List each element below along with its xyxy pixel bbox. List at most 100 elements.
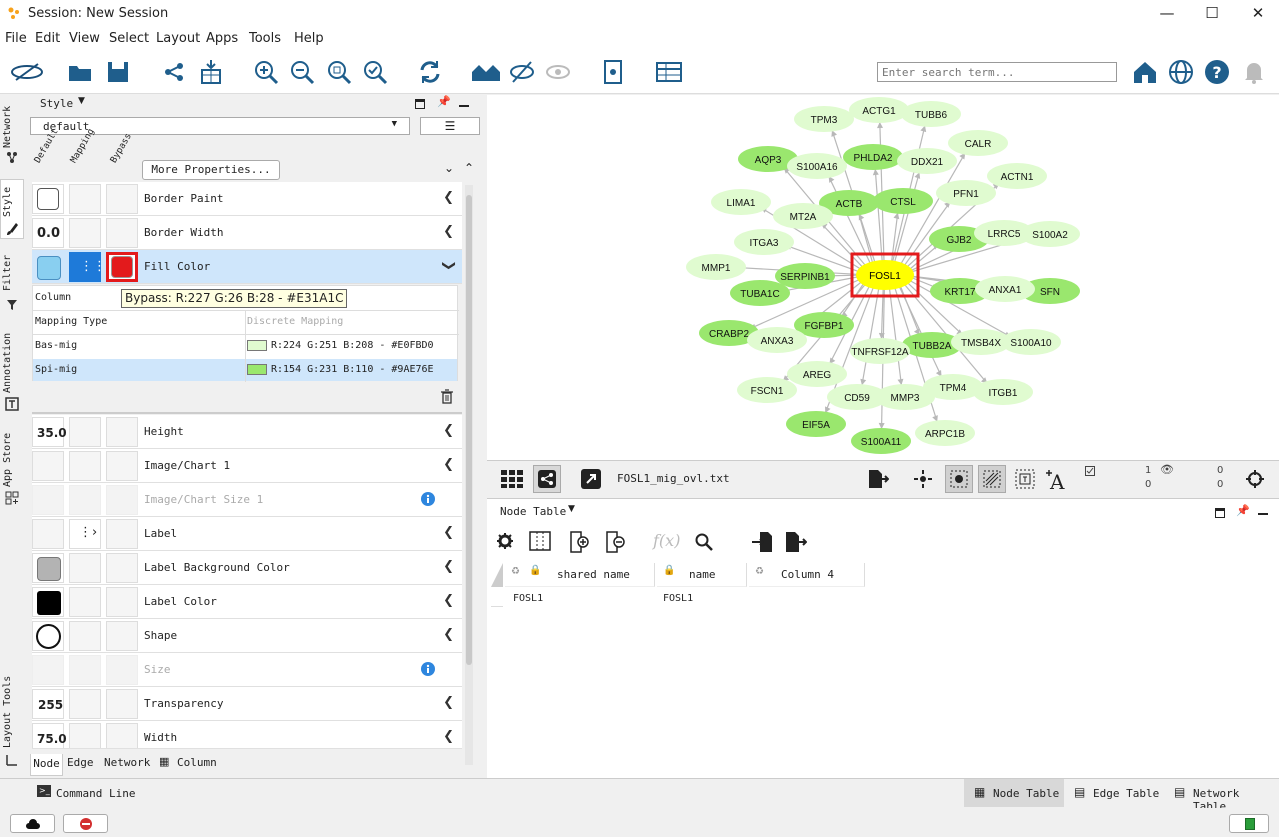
node[interactable]: TPM4 [923, 374, 983, 400]
node[interactable]: S100A2 [1020, 221, 1080, 247]
node[interactable]: ANXA1 [975, 276, 1035, 302]
label-bg-default[interactable] [32, 553, 64, 583]
style-tab-node[interactable]: Node [30, 754, 63, 776]
prop-row-label[interactable]: ⋮› Label ❮ [32, 517, 462, 551]
menu-file[interactable]: File [5, 31, 27, 46]
prop-row-transparency[interactable]: 255 Transparency ❮ [32, 687, 462, 721]
mapping-type-value[interactable]: Discrete Mapping [247, 316, 343, 327]
chevron-down-icon[interactable]: ❮ [441, 260, 456, 271]
more-properties-button[interactable]: More Properties... [142, 160, 280, 180]
edge[interactable] [898, 286, 943, 377]
node[interactable]: FSCN1 [737, 377, 797, 403]
node[interactable]: SERPINB1 [775, 263, 835, 289]
chevron-left-icon[interactable]: ❮ [443, 593, 454, 608]
node[interactable]: ACTN1 [987, 163, 1047, 189]
label-bg-mapping[interactable] [69, 553, 101, 583]
border-paint-default[interactable] [32, 184, 64, 214]
label-bg-bypass[interactable] [106, 553, 138, 583]
node[interactable]: CTSL [873, 188, 933, 214]
import-table-icon[interactable] [197, 58, 225, 86]
node[interactable]: ITGB1 [973, 379, 1033, 405]
row-header[interactable] [491, 587, 503, 607]
node[interactable]: S100A10 [1001, 329, 1061, 355]
height-bypass[interactable] [106, 417, 138, 447]
shape-default[interactable] [32, 621, 64, 651]
memory-status-button[interactable] [1229, 814, 1269, 833]
pin-icon[interactable]: 📌 [1236, 504, 1250, 517]
style-header-dropdown-icon[interactable]: ▼ [78, 96, 85, 106]
import-table-file-icon[interactable] [751, 531, 773, 553]
node[interactable]: MT2A [773, 203, 833, 229]
trash-icon[interactable] [440, 389, 454, 404]
refresh-icon[interactable] [416, 58, 444, 86]
vtab-style-active[interactable]: Style [0, 179, 24, 239]
menu-select[interactable]: Select [109, 31, 149, 46]
menu-apps[interactable]: Apps [206, 31, 238, 46]
prop-row-image-chart[interactable]: Image/Chart 1 ❮ [32, 449, 462, 483]
chevron-left-icon[interactable]: ❮ [443, 559, 454, 574]
fill-color-default[interactable] [32, 252, 64, 282]
home-network-icon[interactable] [470, 58, 504, 86]
node[interactable]: PHLDA2 [843, 144, 903, 170]
import-network-icon[interactable] [160, 58, 188, 86]
search-input[interactable] [877, 62, 1117, 82]
prop-row-height[interactable]: 35.0 Height ❮ [32, 415, 462, 449]
zoom-in-icon[interactable] [252, 58, 280, 86]
navigator-crosshair-icon[interactable] [1245, 469, 1265, 489]
border-paint-mapping[interactable] [69, 184, 101, 214]
expand-all-icon[interactable]: ⌃ [464, 161, 474, 175]
width-default[interactable]: 75.0 [32, 723, 67, 748]
border-width-mapping[interactable] [69, 218, 101, 248]
node[interactable]: ANXA3 [747, 327, 807, 353]
command-line-toggle[interactable]: Command Line [56, 787, 135, 800]
node[interactable]: TUBA1C [730, 280, 790, 306]
node[interactable]: PFN1 [936, 180, 996, 206]
node[interactable]: TUBB6 [901, 101, 961, 127]
close-button[interactable]: ✕ [1236, 2, 1279, 26]
menu-help[interactable]: Help [294, 31, 324, 46]
node[interactable]: DDX21 [897, 148, 957, 174]
grid-view-icon[interactable] [501, 470, 523, 488]
globe-icon[interactable] [1167, 58, 1195, 86]
label-color-default[interactable] [32, 587, 64, 617]
maximize-button[interactable]: ☐ [1190, 2, 1234, 26]
transparency-default[interactable]: 255 [32, 689, 64, 719]
float-panel-icon[interactable] [1215, 508, 1225, 518]
prop-row-label-color[interactable]: Label Color ❮ [32, 585, 462, 619]
chevron-left-icon[interactable]: ❮ [443, 423, 454, 438]
shape-bypass[interactable] [106, 621, 138, 651]
menu-layout[interactable]: Layout [156, 31, 200, 46]
column-header-name[interactable]: 🔒 name [657, 563, 747, 587]
prop-row-fill-color[interactable]: ⋮⋮ Fill Color ❮ [32, 250, 462, 284]
vtab-app-store[interactable]: App Store [2, 431, 24, 489]
chevron-left-icon[interactable]: ❮ [443, 525, 454, 540]
chevron-left-icon[interactable]: ❮ [443, 627, 454, 642]
image-chart-mapping[interactable] [69, 451, 101, 481]
node[interactable]: TNFRSF12A [850, 338, 910, 364]
cloud-status-button[interactable] [10, 814, 55, 833]
open-external-icon[interactable] [581, 469, 601, 489]
vtab-filter[interactable]: Filter [2, 253, 24, 293]
open-folder-icon[interactable] [66, 58, 94, 86]
network-view[interactable]: AQP3 PHLDA2 ACTB CTSL GJB2 SERPINB1 TUBA1C KRT1… [487, 95, 1279, 460]
column-header-column-4[interactable]: ♻ Column 4 [749, 563, 865, 587]
minimize-panel-icon[interactable] [1258, 513, 1268, 515]
vtab-network[interactable]: Network [2, 103, 24, 151]
bottom-tab-node-table[interactable]: ▦ Node Table [964, 779, 1064, 807]
show-columns-icon[interactable] [529, 531, 551, 551]
zoom-fit-icon[interactable] [325, 58, 353, 86]
prop-row-width[interactable]: 75.0 Width ❮ [32, 721, 462, 749]
vtab-layout-tools[interactable]: Layout Tools [2, 675, 24, 749]
label-color-mapping[interactable] [69, 587, 101, 617]
table-cell-shared-name[interactable]: FOSL1 [513, 593, 543, 604]
label-bypass[interactable] [106, 519, 138, 549]
new-session-icon[interactable] [10, 58, 44, 86]
info-icon[interactable] [421, 662, 435, 676]
node[interactable]: ACTG1 [849, 97, 909, 123]
bottom-tab-edge-table[interactable]: ▤ Edge Table [1066, 779, 1164, 807]
fill-color-mapping[interactable]: ⋮⋮ [69, 252, 106, 282]
home-icon[interactable] [1131, 58, 1159, 86]
minimize-panel-icon[interactable] [459, 105, 469, 107]
border-width-bypass[interactable] [106, 218, 138, 248]
export-table-icon[interactable] [785, 531, 807, 553]
